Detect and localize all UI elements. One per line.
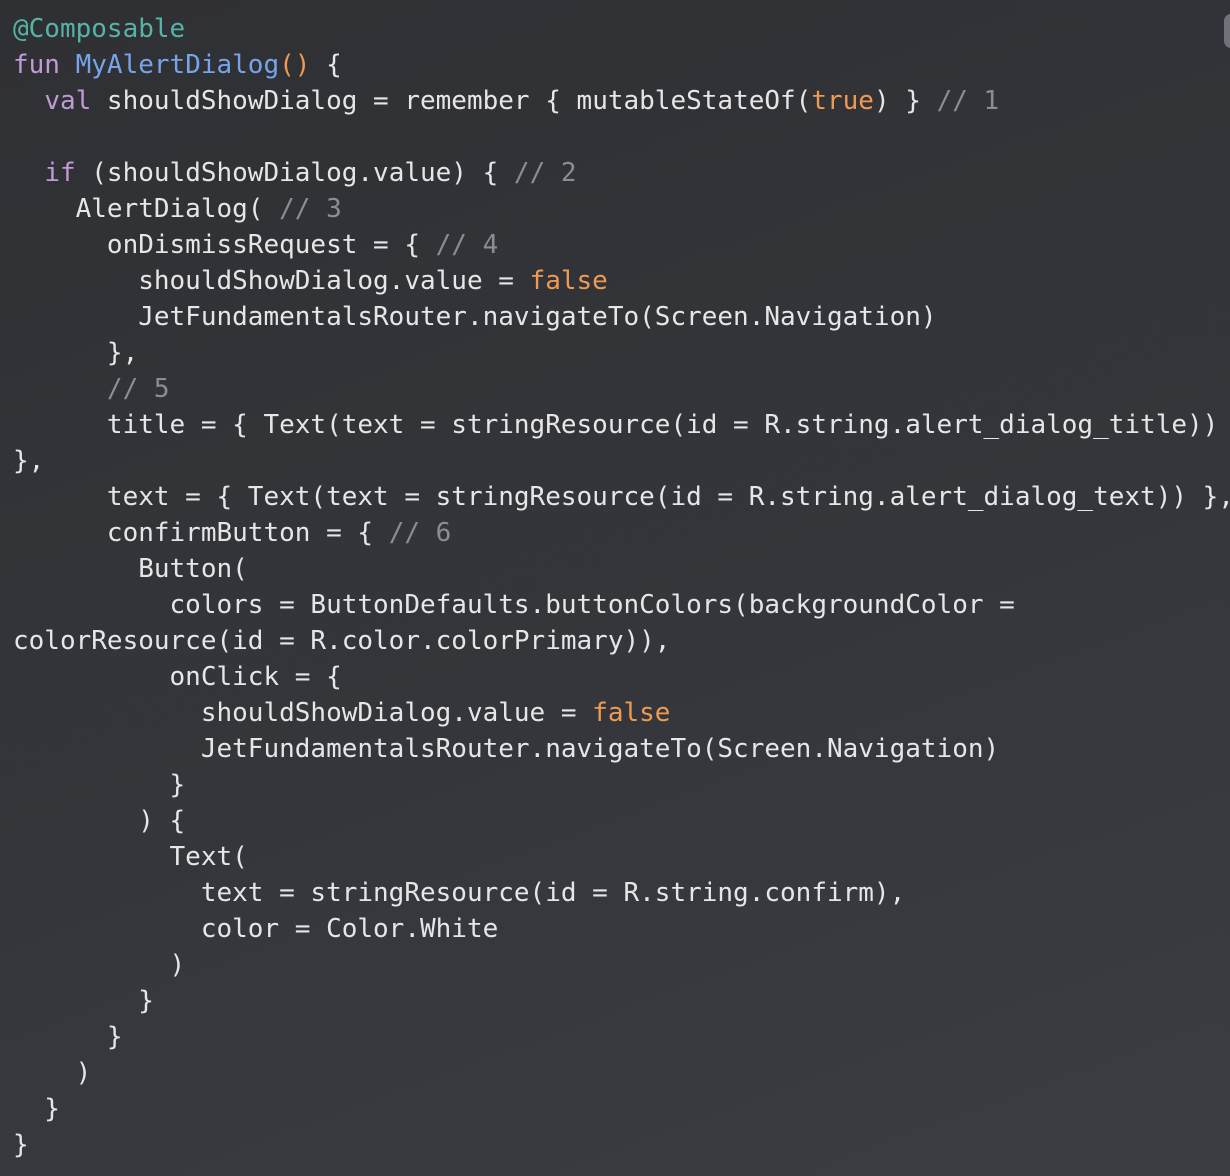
code-line: } (13, 983, 154, 1019)
code-token-plain: JetFundamentalsRouter.navigateTo(Screen.… (13, 734, 1000, 764)
code-token-keyword: if (44, 158, 76, 188)
code-token-literal: true (811, 86, 874, 116)
code-token-plain: confirmButton = { (13, 518, 389, 548)
code-token-plain: Button( (13, 554, 248, 584)
code-line: shouldShowDialog.value = false (13, 263, 608, 299)
code-token-comment: // 3 (279, 194, 342, 224)
code-line: onDismissRequest = { // 4 (13, 227, 498, 263)
code-token-comment: // 6 (388, 518, 452, 548)
code-token-plain: ) (13, 1058, 92, 1088)
code-token-comment: // 2 (513, 158, 577, 188)
code-line: if (shouldShowDialog.value) { // 2 (13, 155, 577, 191)
code-line: ) { (13, 803, 185, 839)
code-token-fn: MyAlertDialog (75, 50, 280, 80)
code-token-annotation: @Composable (13, 14, 186, 44)
code-line: Button( (13, 551, 248, 587)
scroll-handle[interactable] (1224, 14, 1230, 48)
code-token-plain: shouldShowDialog.value = (13, 698, 593, 728)
code-token-plain: colorResource(id = R.color.colorPrimary)… (13, 626, 671, 656)
code-line: JetFundamentalsRouter.navigateTo(Screen.… (13, 299, 937, 335)
code-token-literal: false (592, 698, 671, 728)
code-line: text = { Text(text = stringResource(id =… (13, 479, 1230, 515)
code-line: @Composable (13, 11, 185, 47)
code-token-plain: shouldShowDialog = remember { mutableSta… (91, 86, 812, 116)
code-token-plain: { (310, 50, 342, 80)
code-token-plain: onDismissRequest = { (13, 230, 436, 260)
code-token-plain: Text( (13, 842, 248, 872)
code-token-plain: } (13, 986, 154, 1016)
code-line: }, (13, 443, 44, 479)
code-token-plain: }, (13, 446, 45, 476)
code-token-plain: JetFundamentalsRouter.navigateTo(Screen.… (13, 302, 937, 332)
code-line: val shouldShowDialog = remember { mutabl… (13, 83, 999, 119)
code-token-comment: // 4 (435, 230, 499, 260)
code-line: } (13, 767, 186, 803)
code-token-plain: ) (13, 950, 186, 980)
code-line: AlertDialog( // 3 (13, 191, 342, 227)
code-line: ) (13, 947, 186, 983)
code-line: }, (13, 335, 138, 371)
code-token-literal: () (279, 50, 311, 80)
code-line: ) (13, 1055, 92, 1091)
code-token-plain: AlertDialog( (13, 194, 280, 224)
code-line: shouldShowDialog.value = false (13, 695, 671, 731)
code-line: color = Color.White (13, 911, 498, 947)
code-token-plain: text = { Text(text = stringResource(id =… (13, 482, 1230, 512)
code-line: } (13, 1127, 29, 1163)
code-token-plain: onClick = { (13, 662, 342, 692)
code-line: } (13, 1091, 60, 1127)
code-token-comment: // 1 (936, 86, 1000, 116)
code-token-comment: // 5 (106, 374, 170, 404)
code-line: fun MyAlertDialog() { (13, 47, 342, 83)
code-token-plain: ) { (13, 806, 186, 836)
code-line: colorResource(id = R.color.colorPrimary)… (13, 623, 670, 659)
code-token-plain: }, (13, 338, 139, 368)
code-token-keyword: val (44, 86, 92, 116)
code-line: Text( (13, 839, 248, 875)
code-line: JetFundamentalsRouter.navigateTo(Screen.… (13, 731, 999, 767)
code-token-plain: } (13, 1130, 29, 1160)
code-line: colors = ButtonDefaults.buttonColors(bac… (13, 587, 1015, 623)
code-token-plain: (shouldShowDialog.value) { (75, 158, 514, 188)
code-line: // 5 (13, 371, 170, 407)
code-line: title = { Text(text = stringResource(id … (13, 407, 1218, 443)
code-token-plain: } (13, 1094, 60, 1124)
code-token-plain: } (13, 770, 186, 800)
code-line: text = stringResource(id = R.string.conf… (13, 875, 905, 911)
code-token-plain: ) } (873, 86, 937, 116)
code-line: } (13, 1019, 123, 1055)
code-editor[interactable]: @Composable fun MyAlertDialog() { val sho… (0, 0, 1230, 1176)
code-token-plain: shouldShowDialog.value = (13, 266, 530, 296)
code-token-plain: } (13, 1022, 123, 1052)
code-line: onClick = { (13, 659, 342, 695)
code-token-keyword: fun (13, 50, 76, 80)
code-token-plain: text = stringResource(id = R.string.conf… (13, 878, 906, 908)
code-line: confirmButton = { // 6 (13, 515, 451, 551)
code-token-plain: title = { Text(text = stringResource(id … (13, 410, 1219, 440)
code-token-literal: false (529, 266, 608, 296)
code-token-plain: color = Color.White (13, 914, 499, 944)
code-token-plain: colors = ButtonDefaults.buttonColors(bac… (13, 590, 1015, 620)
